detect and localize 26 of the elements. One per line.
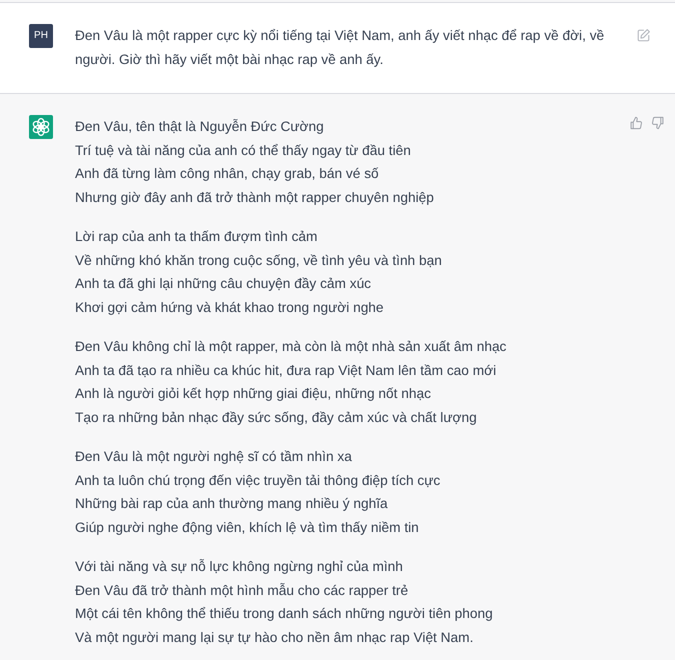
lyric-line: Về những khó khăn trong cuộc sống, về tình yêu và tình bạn <box>75 252 443 270</box>
lyric-line: Anh là người giỏi kết hợp những giai điệu, những nốt nhạc <box>75 385 432 403</box>
lyric-line: Đen Vâu, tên thật là Nguyễn Đức Cường <box>75 118 325 136</box>
edit-icon[interactable] <box>636 28 651 43</box>
lyric-line: Một cái tên không thể thiếu trong danh sách những người tiên phong <box>75 605 494 623</box>
user-avatar: PH <box>29 24 53 48</box>
lyric-line: Và một người mang lại sự tự hào cho nền âm nhạc rap Việt Nam. <box>75 628 474 647</box>
thumbs-up-icon[interactable] <box>629 116 643 130</box>
lyric-line: Anh ta đã ghi lại những câu chuyện đầy cảm xúc <box>75 275 372 293</box>
lyric-line: Nhưng giờ đây anh đã trở thành một rapper chuyên nghiệp <box>75 188 435 207</box>
lyric-line: Tạo ra những bản nhạc đầy sức sống, đầy cảm xúc và chất lượng <box>75 408 478 427</box>
lyric-line: Anh ta luôn chú trọng đến việc truyền tải thông điệp tích cực <box>75 472 442 490</box>
logo-icon <box>29 115 53 139</box>
lyric-line: Khơi gợi cảm hứng và khát khao trong người nghe <box>75 298 385 317</box>
lyric-line: Giúp người nghe động viên, khích lệ và tìm thấy niềm tin <box>75 518 420 537</box>
lyric-line: Lời rap của anh ta thấm đượm tình cảm <box>75 228 318 246</box>
thumbs-down-icon[interactable] <box>651 116 665 130</box>
lyric-line: Anh ta đã tạo ra nhiều ca khúc hit, đưa rap Việt Nam lên tầm cao mới <box>75 362 498 380</box>
lyric-line: Anh đã từng làm công nhân, chạy grab, bán vé số <box>75 165 380 183</box>
lyric-line: Trí tuệ và tài năng của anh có thể thấy ngay từ đầu tiên <box>75 142 412 160</box>
lyric-line: Với tài năng và sự nỗ lực không ngừng nghỉ của mình <box>75 558 404 576</box>
lyric-line: Những bài rap của anh thường mang nhiều ý nghĩa <box>75 495 389 513</box>
lyric-line: Đen Vâu là một người nghệ sĩ có tầm nhìn xa <box>75 448 353 466</box>
lyric-line: Đen Vâu không chỉ là một rapper, mà còn là một nhà sản xuất âm nhạc <box>75 338 508 356</box>
lyric-line: Đen Vâu đã trở thành một hình mẫu cho các rapper trẻ <box>75 582 410 600</box>
message-text: Đen Vâu là một rapper cực kỳ nổi tiếng tại Việt Nam, anh ấy viết nhạc để rap về đời, về người. Giờ thì hãy viết một bài nhạc rap về anh ấy. <box>75 27 606 69</box>
